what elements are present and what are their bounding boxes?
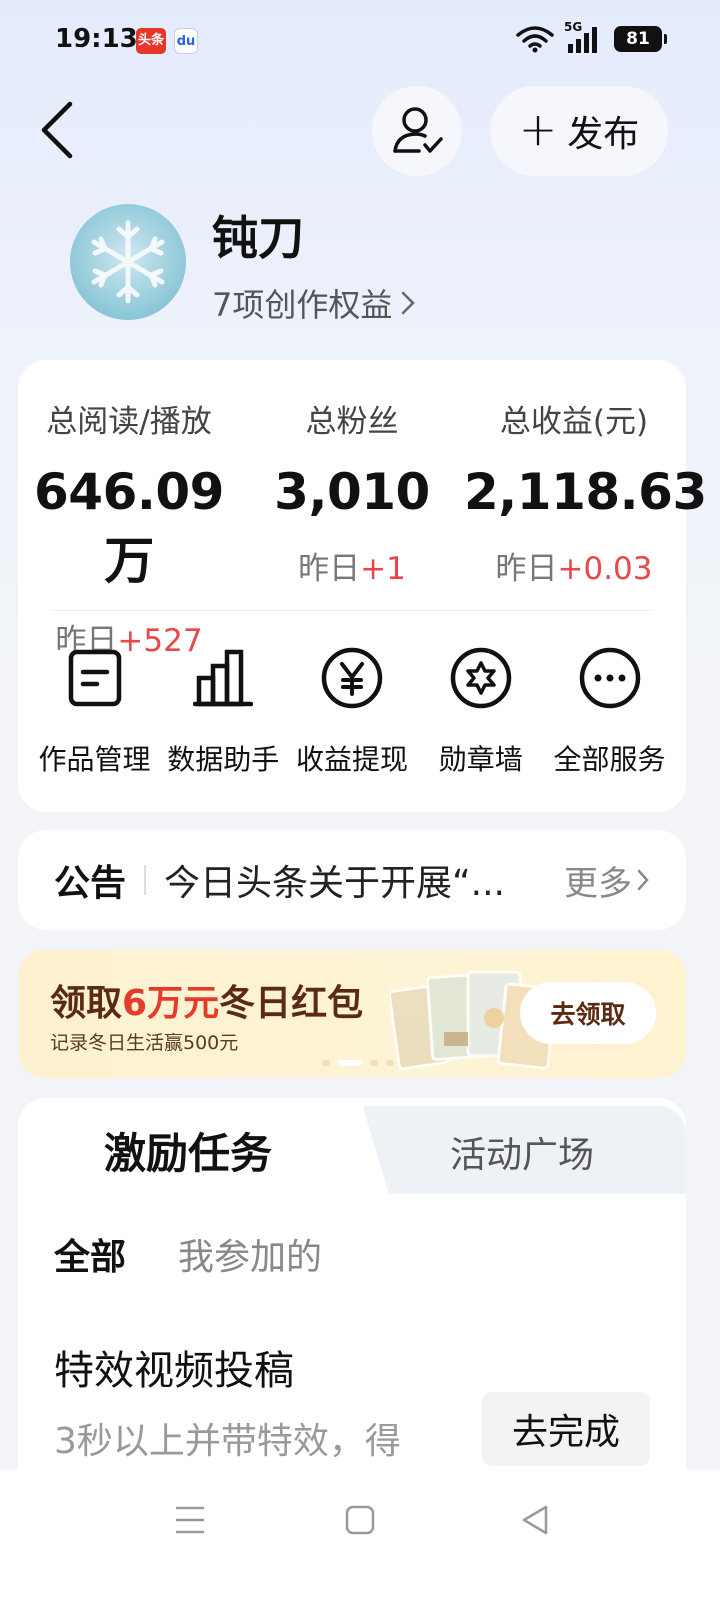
carousel-dot xyxy=(386,1060,394,1066)
stats-card: 总阅读/播放 646.09万 昨日+527 总粉丝 3,010 昨日+1 总收益… xyxy=(18,360,707,812)
banner-title: 领取6万元冬日红包 xyxy=(50,974,363,1026)
chevron-right-icon xyxy=(402,291,416,315)
plus-icon: + xyxy=(518,102,558,156)
toutiao-notification-icon: 头条 xyxy=(136,28,166,54)
status-time: 19:13 xyxy=(55,24,138,54)
filter-all[interactable]: 全部 xyxy=(54,1228,126,1280)
wifi-icon xyxy=(516,26,554,53)
task-description: 3秒以上并带特效，得 xyxy=(54,1421,401,1462)
stat-label: 总粉丝 xyxy=(305,404,399,440)
tool-badge-wall[interactable]: 勋章墙 xyxy=(418,644,543,778)
tool-label: 全部服务 xyxy=(553,743,666,776)
badge-icon xyxy=(450,647,511,709)
complete-task-button[interactable]: 去完成 xyxy=(482,1392,650,1466)
avatar[interactable] xyxy=(70,204,186,320)
carousel-dot xyxy=(322,1060,330,1066)
chevron-right-icon xyxy=(637,869,649,891)
yen-icon xyxy=(321,647,383,709)
notice-bar[interactable]: 公告 今日头条关于开展“... 更多 xyxy=(18,830,686,930)
divider xyxy=(144,865,147,895)
stat-total-fans[interactable]: 总粉丝 3,010 昨日+1 xyxy=(258,396,446,588)
home-icon[interactable] xyxy=(340,1500,380,1540)
publish-label: 发布 xyxy=(567,114,640,155)
more-icon xyxy=(579,647,640,709)
tool-works-management[interactable]: 作品管理 xyxy=(32,644,157,778)
follow-manage-button[interactable] xyxy=(372,86,462,176)
carousel-indicator xyxy=(322,1060,394,1066)
claim-button[interactable]: 去领取 xyxy=(520,982,656,1044)
system-nav-bar xyxy=(0,1470,720,1604)
carousel-dot-active xyxy=(338,1060,362,1066)
chevron-left-icon xyxy=(41,101,73,159)
tools-row: 作品管理 数据助手 收益提现 勋章墙 全部服务 xyxy=(18,644,686,778)
stat-total-income[interactable]: 总收益(元) 2,118.63 昨日+0.03 xyxy=(464,396,707,588)
notice-more-link[interactable]: 更多 xyxy=(564,856,650,905)
delta-value: +0.03 xyxy=(557,551,653,587)
carousel-dot xyxy=(370,1060,378,1066)
status-indicators: 5G 81 xyxy=(516,20,667,54)
tool-income-withdraw[interactable]: 收益提现 xyxy=(290,644,415,778)
stat-value: 3,010 xyxy=(274,463,430,521)
stat-label: 总收益(元) xyxy=(499,404,649,440)
status-bar: 19:13 头条 du 5G 81 xyxy=(0,0,720,82)
banner-title-suffix: 冬日红包 xyxy=(219,983,364,1024)
more-label: 更多 xyxy=(564,863,632,904)
stat-value: 646.09万 xyxy=(34,463,224,590)
stat-label: 总阅读/播放 xyxy=(46,404,212,440)
notice-text[interactable]: 今日头条关于开展“... xyxy=(164,854,524,906)
network-type: 5G xyxy=(564,20,583,34)
banner-title-highlight: 6万元 xyxy=(122,983,220,1024)
menu-icon[interactable] xyxy=(170,1500,210,1540)
creator-benefits-link[interactable]: 7项创作权益 xyxy=(212,280,416,326)
delta-value: +1 xyxy=(360,551,406,587)
tool-all-services[interactable]: 全部服务 xyxy=(547,644,672,778)
snowflake-icon xyxy=(91,220,165,304)
back-button[interactable] xyxy=(38,100,78,160)
tool-label: 收益提现 xyxy=(295,743,408,776)
notice-title: 公告 xyxy=(54,863,127,904)
benefits-label: 7项创作权益 xyxy=(212,286,393,324)
stat-delta: 昨日+0.03 xyxy=(464,543,684,588)
bar-chart-icon xyxy=(193,649,254,707)
publish-button[interactable]: + 发布 xyxy=(490,86,668,176)
tool-data-assistant[interactable]: 数据助手 xyxy=(161,644,286,778)
tool-label: 数据助手 xyxy=(167,743,280,776)
tab-incentive-tasks[interactable]: 激励任务 xyxy=(104,1120,272,1181)
tab-activity-square[interactable]: 活动广场 xyxy=(450,1126,594,1178)
user-check-icon xyxy=(393,107,443,153)
tool-label: 作品管理 xyxy=(38,743,151,776)
banner-title-prefix: 领取 xyxy=(50,983,123,1024)
profile-name: 钝刀 xyxy=(212,211,304,265)
stat-delta: 昨日+1 xyxy=(258,543,446,588)
divider xyxy=(52,610,652,611)
delta-prefix: 昨日 xyxy=(495,551,558,587)
task-title: 特效视频投稿 xyxy=(54,1348,294,1394)
baidu-notification-icon: du xyxy=(174,28,198,54)
stat-value: 2,118.63 xyxy=(464,463,707,521)
document-icon xyxy=(68,649,121,707)
battery-icon: 81 xyxy=(614,26,667,52)
tool-label: 勋章墙 xyxy=(438,743,523,776)
delta-prefix: 昨日 xyxy=(298,551,361,587)
banner-subtitle: 记录冬日生活赢500元 xyxy=(50,1032,239,1054)
filter-joined[interactable]: 我参加的 xyxy=(178,1228,322,1280)
back-triangle-icon[interactable] xyxy=(516,1500,556,1540)
signal-icon: 5G xyxy=(564,20,604,54)
stat-total-reads[interactable]: 总阅读/播放 646.09万 昨日+527 xyxy=(24,396,234,660)
promo-banner[interactable]: 领取6万元冬日红包 记录冬日生活赢500元 去领取 xyxy=(18,950,686,1078)
tasks-panel: 激励任务 活动广场 全部 我参加的 特效视频投稿 3秒以上并带特效，得 去完成 xyxy=(18,1098,686,1478)
